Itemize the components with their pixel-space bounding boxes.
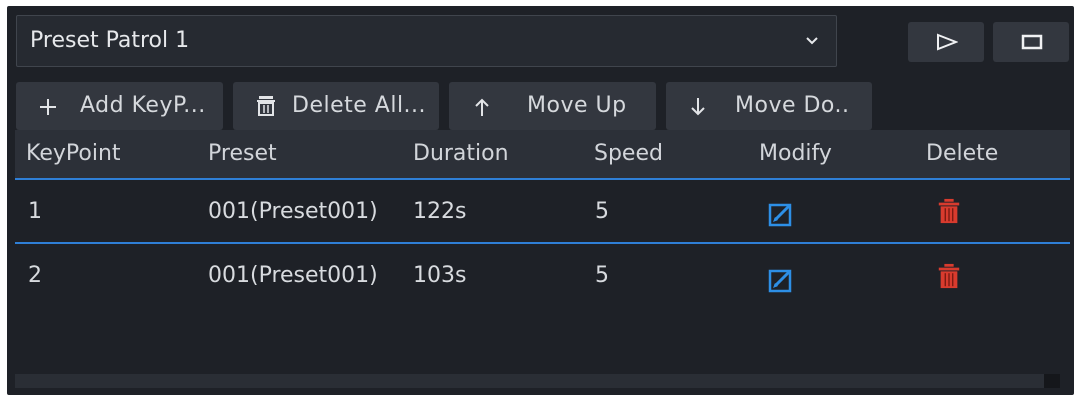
row-keypoint: 2 <box>28 263 42 288</box>
horizontal-scrollbar[interactable] <box>15 374 1060 388</box>
add-keypoint-label: Add KeyP... <box>80 93 206 118</box>
move-down-button[interactable]: Move Do.. <box>666 82 872 130</box>
row-keypoint: 1 <box>28 199 42 224</box>
edit-icon[interactable] <box>768 201 792 227</box>
play-outline-icon <box>937 33 958 51</box>
stop-button[interactable] <box>993 22 1069 62</box>
table-header-divider <box>15 178 1070 180</box>
trash-icon <box>256 82 276 130</box>
delete-all-button[interactable]: Delete All... <box>233 82 439 130</box>
row-duration: 103s <box>413 263 467 288</box>
column-header-delete: Delete <box>926 141 999 166</box>
column-header-speed[interactable]: Speed <box>594 130 663 178</box>
column-header-modify: Modify <box>759 141 832 166</box>
move-up-button[interactable]: Move Up <box>449 82 656 130</box>
table-header <box>15 130 1070 178</box>
column-header-keypoint[interactable]: KeyPoint <box>26 130 121 178</box>
row-speed: 5 <box>595 263 609 288</box>
stop-icon <box>1021 34 1043 50</box>
row-preset: 001(Preset001) <box>208 199 378 224</box>
trash-icon[interactable] <box>937 198 961 224</box>
patrol-select[interactable]: Preset Patrol 1 <box>16 15 837 67</box>
preset-patrol-panel: Preset Patrol 1 Add KeyP... Delete All..… <box>7 6 1074 395</box>
row-speed: 5 <box>595 199 609 224</box>
edit-icon[interactable] <box>768 267 792 293</box>
delete-all-label: Delete All... <box>292 93 427 118</box>
move-down-label: Move Do.. <box>735 93 850 118</box>
row-preset: 001(Preset001) <box>208 263 378 288</box>
chevron-down-icon <box>806 37 818 45</box>
column-header-preset[interactable]: Preset <box>208 130 277 178</box>
trash-icon[interactable] <box>937 263 961 289</box>
move-up-label: Move Up <box>527 93 627 118</box>
row-selection-divider <box>15 242 1070 244</box>
add-keypoint-button[interactable]: Add KeyP... <box>16 82 223 130</box>
row-duration: 122s <box>413 199 467 224</box>
play-button[interactable] <box>908 22 984 62</box>
arrow-down-icon <box>689 82 707 130</box>
plus-icon <box>38 82 58 130</box>
arrow-up-icon <box>473 82 491 130</box>
patrol-select-value: Preset Patrol 1 <box>30 28 190 53</box>
column-header-duration[interactable]: Duration <box>413 130 509 178</box>
scrollbar-corner <box>1044 374 1060 388</box>
